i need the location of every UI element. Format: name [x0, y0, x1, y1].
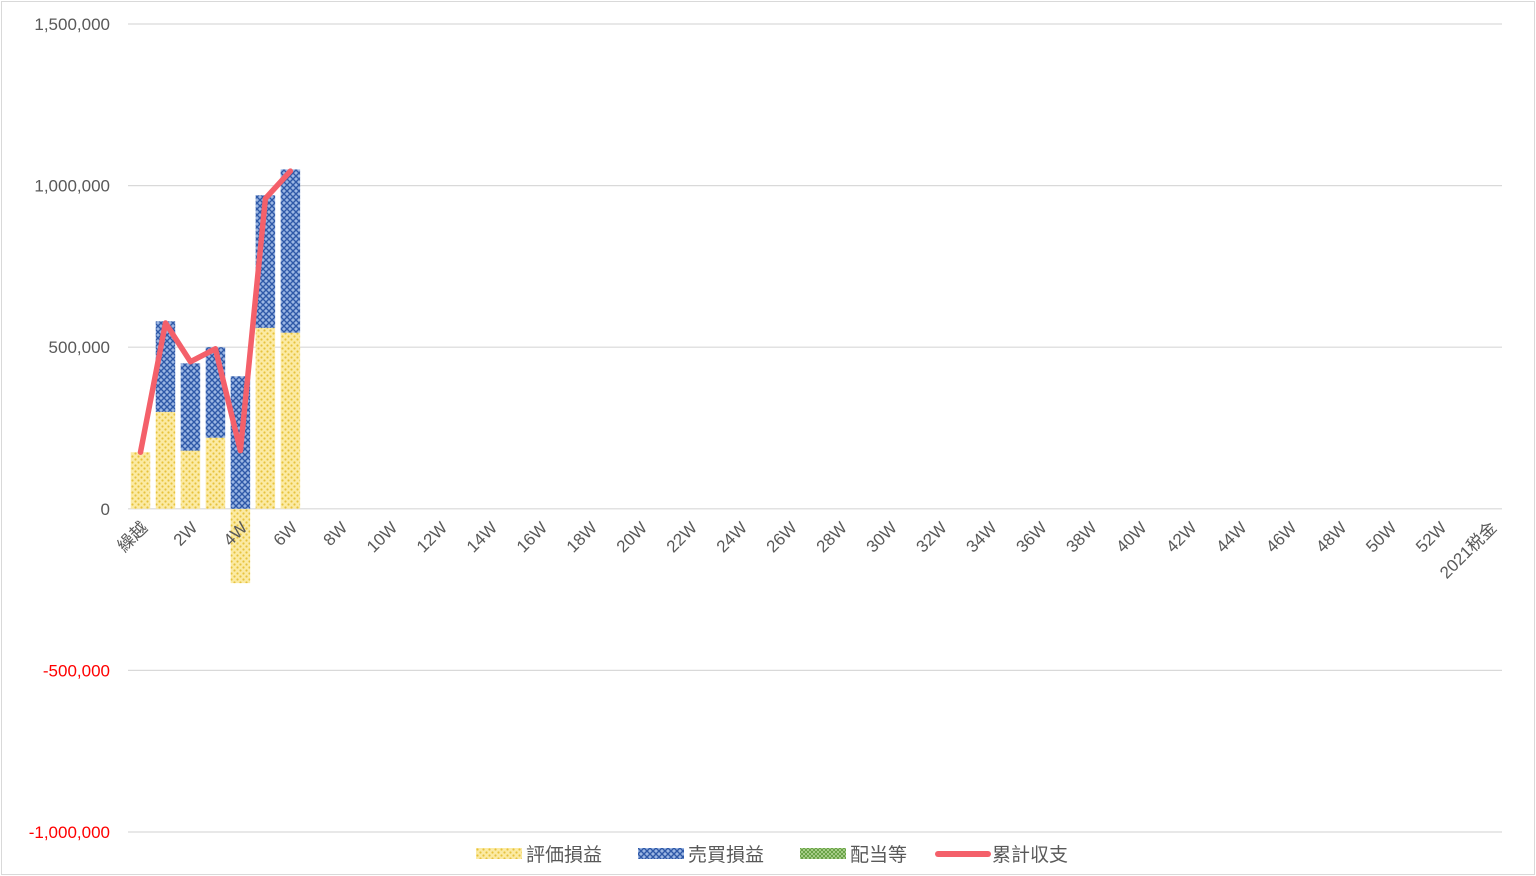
bar-unrealized	[180, 450, 201, 509]
x-tick-label: 52W	[1412, 518, 1450, 556]
bar-realized	[205, 347, 226, 438]
bar-unrealized	[255, 327, 276, 509]
y-tick-label: 1,000,000	[34, 177, 110, 196]
legend-label: 売買損益	[688, 844, 764, 866]
bar-unrealized	[130, 452, 151, 509]
bar-realized	[280, 169, 301, 333]
legend-label: 累計収支	[992, 844, 1068, 866]
x-tick-label: 38W	[1062, 518, 1100, 556]
bar-unrealized	[280, 332, 301, 509]
legend-label: 評価損益	[526, 844, 602, 866]
legend-label: 配当等	[850, 844, 907, 866]
x-tick-label: 繰越	[114, 518, 151, 555]
legend-swatch	[800, 848, 846, 859]
x-tick-label: 34W	[963, 518, 1001, 556]
legend: 評価損益 売買損益 配当等 累計収支	[476, 844, 1068, 866]
x-tick-label: 50W	[1362, 518, 1400, 556]
bar-unrealized	[205, 437, 226, 509]
x-tick-label: 2W	[170, 518, 201, 549]
x-tick-label: 8W	[320, 518, 351, 549]
x-tick-label: 26W	[763, 518, 801, 556]
x-tick-label: 42W	[1162, 518, 1200, 556]
x-tick-label: 36W	[1013, 518, 1051, 556]
x-tick-label: 30W	[863, 518, 901, 556]
chart-frame: 1,500,000 1,000,000 500,000 0 -500,000 -1,000…	[1, 1, 1535, 875]
x-tick-label: 14W	[463, 518, 501, 556]
x-tick-label: 10W	[363, 518, 401, 556]
y-axis-labels: 1,500,000 1,000,000 500,000 0 -500,000 -1,000…	[29, 15, 110, 842]
x-tick-label: 12W	[413, 518, 451, 556]
x-tick-label: 6W	[270, 518, 301, 549]
bar-realized	[180, 363, 201, 451]
x-tick-label: 46W	[1262, 518, 1300, 556]
y-tick-label: 0	[101, 500, 110, 519]
x-tick-label: 28W	[813, 518, 851, 556]
x-tick-label: 32W	[913, 518, 951, 556]
y-tick-label: 500,000	[49, 338, 110, 357]
x-tick-label: 24W	[713, 518, 751, 556]
x-tick-label: 22W	[663, 518, 701, 556]
x-tick-label: 40W	[1112, 518, 1150, 556]
gridlines	[128, 23, 1502, 833]
x-tick-label: 44W	[1212, 518, 1250, 556]
y-tick-label: -500,000	[43, 661, 110, 680]
x-tick-label: 48W	[1312, 518, 1350, 556]
legend-swatch	[476, 848, 522, 859]
x-tick-label: 16W	[513, 518, 551, 556]
x-tick-label: 18W	[563, 518, 601, 556]
y-tick-label: 1,500,000	[34, 15, 110, 34]
chart-svg: 1,500,000 1,000,000 500,000 0 -500,000 -1,000…	[29, 15, 1502, 866]
y-tick-label: -1,000,000	[29, 823, 110, 842]
x-tick-label: 20W	[613, 518, 651, 556]
bar-unrealized	[155, 411, 176, 509]
legend-swatch	[638, 848, 684, 859]
x-axis-labels: 繰越 2W 4W 6W 8W 10W 12W 14W 16W 18W 20W 22W 24W 26W 28W…	[114, 518, 1500, 582]
